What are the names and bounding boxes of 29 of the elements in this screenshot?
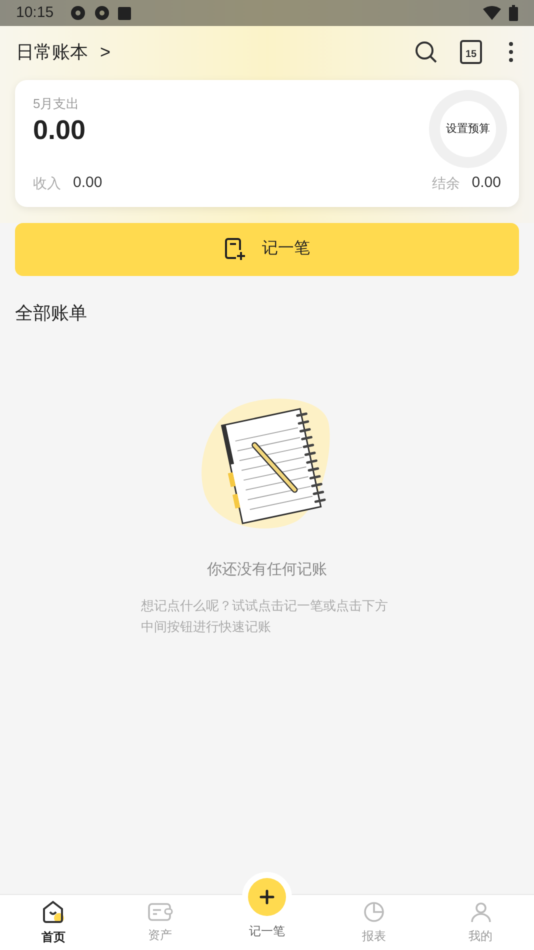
- wifi-icon: [483, 6, 501, 20]
- battery-icon: [509, 5, 518, 21]
- chart-icon: [362, 900, 386, 924]
- home-icon: [40, 899, 66, 925]
- more-icon[interactable]: [508, 41, 514, 63]
- notification-icon: [118, 6, 131, 20]
- calendar-icon[interactable]: 15: [460, 40, 482, 64]
- chevron-text[interactable]: >: [100, 38, 111, 66]
- expense-label: 5月支出: [33, 95, 80, 113]
- search-icon[interactable]: [414, 40, 438, 64]
- app-icon: [70, 5, 86, 21]
- empty-title: 你还没有任何记账: [207, 560, 327, 580]
- balance-amount: 0.00: [472, 173, 501, 193]
- app-icon: [94, 5, 110, 21]
- user-icon: [468, 900, 493, 924]
- clock-text: 10:15: [16, 2, 54, 23]
- income-label: 收入: [33, 174, 61, 193]
- record-button[interactable]: 记一笔: [15, 222, 519, 276]
- book-title[interactable]: 日常账本: [16, 38, 88, 66]
- budget-ring[interactable]: 设置预算: [429, 90, 507, 168]
- empty-hint: 想记点什么呢？试试点击记一笔或点击下方中间按钮进行快速记账: [141, 597, 389, 636]
- add-tab[interactable]: 记一笔: [214, 872, 320, 950]
- section-title: 全部账单: [15, 302, 88, 324]
- income-amount: 0.00: [73, 173, 102, 193]
- expense-amount: 0.00: [33, 114, 86, 146]
- balance-label: 结余: [432, 174, 460, 193]
- wallet-icon: [147, 901, 174, 923]
- add-note-icon: [224, 237, 246, 261]
- nav-tab[interactable]: 首页: [0, 895, 107, 950]
